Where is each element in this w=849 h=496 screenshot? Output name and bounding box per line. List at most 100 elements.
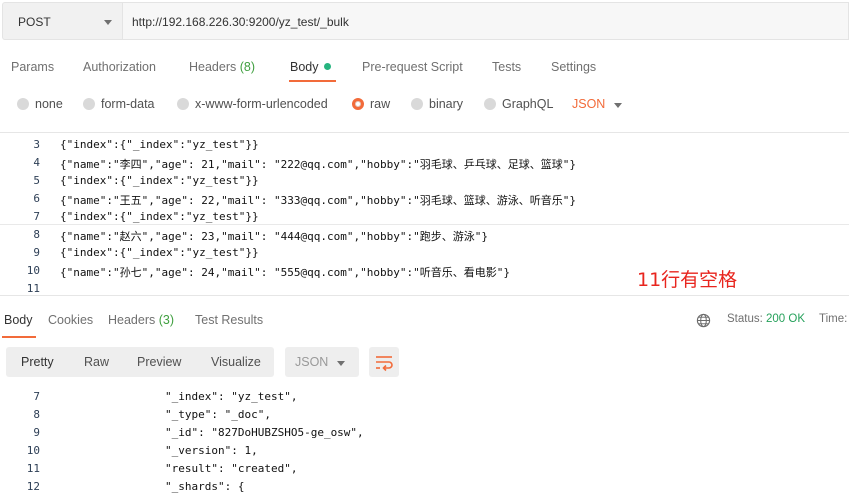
view-pretty-button[interactable]: Pretty xyxy=(21,355,54,369)
line-code: "_index": "yz_test", xyxy=(165,390,298,403)
line-number: 11 xyxy=(26,282,40,295)
line-number: 10 xyxy=(26,444,40,457)
method-select[interactable]: POST xyxy=(2,2,122,40)
headers-count: (3) xyxy=(158,313,175,327)
line-code: {"name":"王五","age": 22,"mail": "333@qq.c… xyxy=(60,194,576,207)
response-tabs: Body Cookies Headers (3) Test Results xyxy=(0,304,849,340)
radio-icon xyxy=(83,98,95,110)
body-format-select[interactable]: JSON xyxy=(572,97,605,111)
line-number: 3 xyxy=(33,138,40,151)
line-code: {"name":"孙七","age": 24,"mail": "555@qq.c… xyxy=(60,266,510,279)
response-line: 10 "_version": 1, xyxy=(0,441,849,459)
radio-label: none xyxy=(35,97,63,111)
line-number: 8 xyxy=(33,408,40,421)
tab-label: Headers xyxy=(108,313,156,327)
wrap-lines-button[interactable] xyxy=(369,347,399,377)
view-preview-button[interactable]: Preview xyxy=(137,355,181,369)
editor-line: 8 {"name":"赵六","age": 23,"mail": "444@qq.… xyxy=(0,225,849,243)
radio-icon xyxy=(411,98,423,110)
tab-label: Settings xyxy=(551,60,597,74)
tab-label: Params xyxy=(11,60,55,74)
view-mode-group: Pretty Raw Preview Visualize xyxy=(6,347,274,377)
editor-line: 3 {"index":{"_index":"yz_test"}} xyxy=(0,135,849,153)
response-body-viewer[interactable]: 7 "_index": "yz_test", 8 "_type": "_doc", … xyxy=(0,386,849,496)
line-code: {"name":"赵六","age": 23,"mail": "444@qq.c… xyxy=(60,230,488,243)
tab-label: Tests xyxy=(492,60,522,74)
radio-label: GraphQL xyxy=(502,97,554,111)
response-format-select[interactable]: JSON xyxy=(285,347,359,377)
line-number: 4 xyxy=(33,156,40,169)
response-line: 8 "_type": "_doc", xyxy=(0,405,849,423)
response-line: 7 "_index": "yz_test", xyxy=(0,387,849,405)
status-dot-icon xyxy=(323,63,331,70)
method-label: POST xyxy=(18,15,51,29)
response-line: 11 "result": "created", xyxy=(0,459,849,477)
caret-down-icon xyxy=(104,20,112,25)
tab-pre-request-script[interactable]: Pre-request Script xyxy=(362,60,463,74)
view-raw-button[interactable]: Raw xyxy=(84,355,109,369)
tab-authorization[interactable]: Authorization xyxy=(83,60,156,74)
view-visualize-button[interactable]: Visualize xyxy=(211,355,261,369)
line-code: "_id": "827DoHUBZSHO5-ge_osw", xyxy=(165,426,364,439)
radio-binary[interactable]: binary xyxy=(411,97,463,111)
tab-settings[interactable]: Settings xyxy=(551,60,596,74)
request-bar: POST http://192.168.226.30:9200/yz_test/… xyxy=(0,0,849,42)
radio-form-data[interactable]: form-data xyxy=(83,97,155,111)
body-type-options: none form-data x-www-form-urlencoded raw… xyxy=(0,94,849,116)
line-number: 5 xyxy=(33,174,40,187)
radio-none[interactable]: none xyxy=(17,97,63,111)
response-time-label: Time: xyxy=(819,313,848,325)
line-number: 10 xyxy=(26,264,40,277)
line-number: 7 xyxy=(33,210,40,223)
radio-label: x-www-form-urlencoded xyxy=(195,97,328,111)
radio-graphql[interactable]: GraphQL xyxy=(484,97,553,111)
response-tab-body[interactable]: Body xyxy=(4,313,33,327)
url-input[interactable]: http://192.168.226.30:9200/yz_test/_bulk xyxy=(122,2,849,40)
line-number: 6 xyxy=(33,192,40,205)
line-code: "result": "created", xyxy=(165,462,298,475)
line-number: 8 xyxy=(33,228,40,241)
line-code: "_type": "_doc", xyxy=(165,408,271,421)
tab-tests[interactable]: Tests xyxy=(492,60,521,74)
radio-icon xyxy=(177,98,189,110)
radio-raw[interactable]: raw xyxy=(352,97,390,111)
active-response-tab-underline xyxy=(2,336,36,338)
editor-line: 7 {"index":{"_index":"yz_test"}} xyxy=(0,207,849,225)
response-line: 9 "_id": "827DoHUBZSHO5-ge_osw", xyxy=(0,423,849,441)
editor-line: 9 {"index":{"_index":"yz_test"}} xyxy=(0,243,849,261)
radio-icon xyxy=(17,98,29,110)
editor-line: 4 {"name":"李四","age": 21,"mail": "222@qq.… xyxy=(0,153,849,171)
response-tab-headers[interactable]: Headers (3) xyxy=(108,313,174,327)
radio-label: raw xyxy=(370,97,391,111)
tab-label: Test Results xyxy=(195,313,264,327)
line-number: 9 xyxy=(33,426,40,439)
tab-label: Pre-request Script xyxy=(362,60,463,74)
caret-down-icon xyxy=(614,103,622,108)
radio-x-www-form-urlencoded[interactable]: x-www-form-urlencoded xyxy=(177,97,328,111)
response-tab-cookies[interactable]: Cookies xyxy=(48,313,93,327)
tab-params[interactable]: Params xyxy=(11,60,54,74)
tab-headers[interactable]: Headers (8) xyxy=(189,60,255,74)
radio-icon xyxy=(484,98,496,110)
response-tab-test-results[interactable]: Test Results xyxy=(195,313,263,327)
tab-label: Authorization xyxy=(83,60,156,74)
line-number: 9 xyxy=(33,246,40,259)
tab-label: Headers xyxy=(189,60,237,74)
line-code: {"name":"李四","age": 21,"mail": "222@qq.c… xyxy=(60,158,576,171)
line-number: 12 xyxy=(26,480,40,493)
globe-icon[interactable] xyxy=(696,313,711,328)
tab-label: Cookies xyxy=(48,313,94,327)
line-code: "_version": 1, xyxy=(165,444,258,457)
response-status: Status: 200 OK xyxy=(727,313,805,325)
active-tab-underline xyxy=(289,80,336,82)
line-number: 7 xyxy=(33,390,40,403)
url-text: http://192.168.226.30:9200/yz_test/_bulk xyxy=(132,15,349,29)
response-view-bar: Pretty Raw Preview Visualize JSON xyxy=(0,342,849,382)
radio-label: form-data xyxy=(101,97,155,111)
line-code: {"index":{"_index":"yz_test"}} xyxy=(60,174,259,187)
line-code: {"index":{"_index":"yz_test"}} xyxy=(60,246,259,259)
response-format-label: JSON xyxy=(295,355,329,369)
tab-body[interactable]: Body xyxy=(290,60,331,74)
line-code: {"index":{"_index":"yz_test"}} xyxy=(60,210,259,223)
line-code: "_shards": { xyxy=(165,480,245,493)
